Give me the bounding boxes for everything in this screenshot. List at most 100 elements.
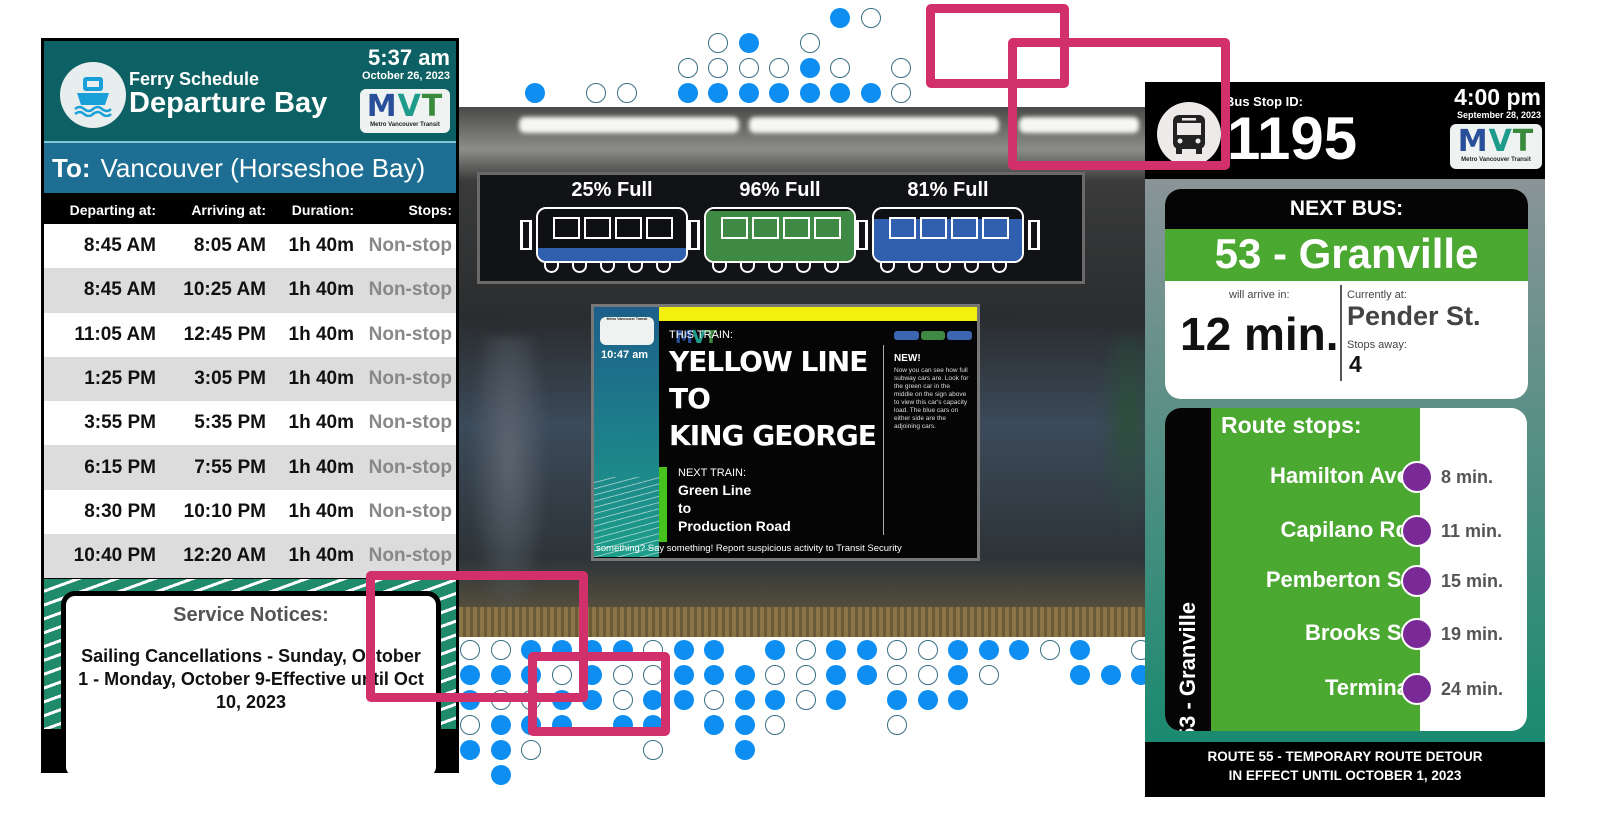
- dot-outline: [738, 58, 759, 78]
- departure-time: 11:05 AM: [74, 323, 156, 345]
- dot-filled: [673, 640, 694, 660]
- new-feature-text: Now you can see how full subway cars are…: [894, 367, 969, 430]
- stops: Non-stop: [368, 323, 452, 345]
- arrive-label: will arrive in:: [1229, 289, 1290, 301]
- dot-filled: [1070, 665, 1090, 685]
- dot-filled: [734, 665, 755, 685]
- route-stop: Pemberton St. 15 min.: [1211, 564, 1517, 598]
- dot-filled: [1070, 640, 1090, 660]
- dot-filled: [708, 83, 728, 103]
- arrival-time: 5:35 PM: [194, 412, 266, 434]
- wheel: [712, 263, 727, 273]
- car-coupler: [688, 220, 700, 250]
- stops: Non-stop: [368, 412, 452, 434]
- dot-filled: [738, 83, 759, 103]
- column-duration: Duration:: [291, 202, 354, 218]
- blurred-passenger: [1099, 337, 1145, 537]
- dot-filled: [704, 715, 724, 735]
- column-arriving: Arriving at:: [191, 202, 266, 218]
- arrival-time: 12:20 AM: [183, 545, 266, 567]
- arrival-time: 8:05 AM: [193, 235, 266, 257]
- arrival-time: 7:55 PM: [194, 456, 266, 478]
- dot-outline: [830, 58, 850, 78]
- dot-outline: [795, 665, 816, 685]
- dot-filled: [948, 690, 968, 710]
- schedule-row: 11:05 AM 12:45 PM 1h 40m Non-stop: [44, 312, 456, 357]
- arrive-value: 12 min.: [1180, 308, 1339, 360]
- mvt-logo: MVT Metro Vancouver Transit: [360, 89, 450, 133]
- dot-outline: [769, 58, 789, 78]
- stop-name: Capilano Rd.: [1280, 517, 1415, 542]
- dot-outline: [643, 740, 663, 760]
- dot-filled: [704, 640, 724, 660]
- route-stops-label: Route stops:: [1221, 412, 1362, 438]
- dot-outline: [521, 740, 541, 760]
- route-stop: Terminal 24 min.: [1211, 672, 1517, 706]
- this-train-destination: KING GEORGE: [669, 419, 877, 452]
- column-stops: Stops:: [408, 202, 452, 218]
- wheel: [572, 263, 587, 273]
- dot-outline: [887, 665, 907, 685]
- schedule-row: 3:55 PM 5:35 PM 1h 40m Non-stop: [44, 401, 456, 446]
- bus-stop-panel: Bus Stop ID: 1195 4:00 pm September 28, …: [1145, 82, 1545, 797]
- stops: Non-stop: [368, 279, 452, 301]
- dot-filled: [677, 83, 698, 103]
- next-bus-label: NEXT BUS:: [1165, 189, 1528, 229]
- departure-time: 10:40 PM: [73, 545, 156, 567]
- wheel: [768, 263, 783, 273]
- ferry-terminal-name: Departure Bay: [129, 87, 328, 119]
- next-train-label: NEXT TRAIN:: [678, 467, 747, 479]
- destination-label: To:: [52, 153, 91, 183]
- schedule-row: 8:45 AM 8:05 AM 1h 40m Non-stop: [44, 224, 456, 269]
- dot-filled: [734, 690, 755, 710]
- dot-filled: [799, 83, 820, 103]
- dot-filled: [765, 640, 785, 660]
- car-capacity-label: 25% Full: [571, 179, 653, 201]
- duration: 1h 40m: [288, 545, 354, 567]
- departure-time: 6:15 PM: [84, 456, 156, 478]
- ferry-clock: 5:37 am: [368, 45, 450, 70]
- dot-filled: [917, 690, 938, 710]
- stops: Non-stop: [368, 456, 452, 478]
- schedule-table: 8:45 AM 8:05 AM 1h 40m Non-stop 8:45 AM 10:25…: [44, 224, 456, 579]
- bus-date: September 28, 2023: [1456, 110, 1541, 120]
- dot-outline: [460, 715, 480, 735]
- car-coupler: [856, 220, 868, 250]
- dot-outline: [765, 665, 785, 685]
- duration: 1h 40m: [288, 500, 354, 522]
- mvt-logo: MVT Metro Vancouver Transit: [600, 317, 717, 348]
- arrival-time: 12:45 PM: [183, 323, 266, 345]
- subway-station-scene: 25% Full 96% Full 81% Full MVT Metro Vanco…: [459, 107, 1145, 637]
- next-train-destination: Production Road: [678, 518, 791, 534]
- stop-marker-icon: [1401, 461, 1433, 493]
- subway-car: [872, 207, 1024, 263]
- dot-filled: [830, 83, 850, 103]
- departure-time: 1:25 PM: [84, 368, 156, 390]
- stop-eta: 8 min.: [1441, 467, 1494, 487]
- route-stop: Hamilton Ave. 8 min.: [1211, 460, 1517, 494]
- dot-outline: [708, 58, 728, 78]
- bus-stop-id: 1195: [1227, 105, 1358, 172]
- wheel: [936, 263, 951, 273]
- stop-name: Pemberton St.: [1265, 567, 1415, 592]
- wheel: [796, 263, 811, 273]
- arrival-time: 10:10 PM: [183, 500, 266, 522]
- dot-filled: [1009, 640, 1029, 660]
- dot-filled: [673, 690, 694, 710]
- security-ticker: something? Say something! Report suspici…: [596, 543, 902, 554]
- dot-filled: [887, 690, 907, 710]
- dot-filled: [978, 640, 999, 660]
- dot-filled: [734, 715, 755, 735]
- dot-filled: [856, 640, 877, 660]
- dot-outline: [708, 33, 728, 53]
- bus-info-body: NEXT BUS: 53 - Granville will arrive in:…: [1145, 179, 1545, 742]
- arrival-time: 3:05 PM: [194, 368, 266, 390]
- dot-filled: [799, 58, 820, 78]
- dot-filled: [860, 83, 881, 103]
- departure-time: 8:30 PM: [84, 500, 156, 522]
- stop-marker-icon: [1401, 673, 1433, 705]
- dot-filled: [490, 715, 511, 735]
- this-train-label: THIS TRAIN:: [669, 329, 733, 341]
- duration: 1h 40m: [288, 368, 354, 390]
- stops: Non-stop: [368, 500, 452, 522]
